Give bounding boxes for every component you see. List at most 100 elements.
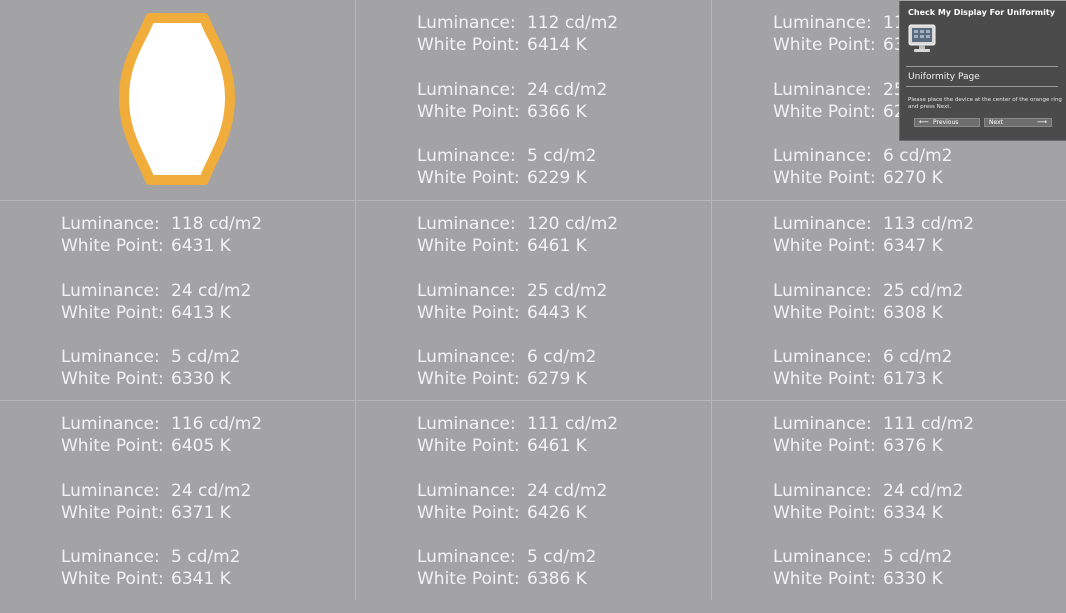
- white-point-value: 6279 K: [527, 369, 587, 389]
- white-point-value: 6443 K: [527, 302, 587, 323]
- luminance-label: Luminance:: [773, 547, 872, 567]
- luminance-label: Luminance:: [773, 347, 872, 367]
- white-point-value: 6341 K: [171, 569, 231, 589]
- luminance-row: Luminance: 112 cd/m2: [417, 12, 618, 34]
- grid-cell: Luminance: 111 cd/m2 White Point: 6461 K Lum…: [356, 401, 712, 600]
- luminance-label: Luminance:: [417, 146, 516, 166]
- white-point-value: 6376 K: [883, 436, 943, 456]
- reading-block: Luminance: 6 cd/m2 White Point: 6270 K: [773, 145, 952, 189]
- next-button-label: Next: [989, 119, 1003, 126]
- monitor-icon: [908, 24, 936, 52]
- white-point-value: 6405 K: [171, 436, 231, 456]
- luminance-label: Luminance:: [417, 280, 516, 301]
- white-point-value: 6413 K: [171, 302, 231, 323]
- white-point-value: 6330 K: [883, 569, 943, 589]
- white-point-row: White Point: 6371 K: [61, 502, 262, 524]
- luminance-label: Luminance:: [773, 79, 872, 100]
- luminance-label: Luminance:: [61, 547, 160, 567]
- white-point-label: White Point:: [417, 236, 520, 256]
- luminance-label: Luminance:: [61, 214, 160, 234]
- arrow-left-icon: ⟵: [919, 118, 930, 126]
- readings-list: Luminance: 112 cd/m2 White Point: 6414 K Lum…: [417, 12, 618, 212]
- white-point-row: White Point: 6413 K: [61, 302, 262, 324]
- luminance-value: 120 cd/m2: [527, 214, 619, 234]
- white-point-value: 6426 K: [527, 502, 587, 523]
- luminance-label: Luminance:: [773, 13, 872, 33]
- luminance-label: Luminance:: [417, 414, 516, 434]
- white-point-row: White Point: 6414 K: [417, 34, 618, 56]
- reading-block: Luminance: 25 cd/m2 White Point: 6443 K: [417, 280, 618, 324]
- white-point-row: White Point: 6341 K: [61, 568, 262, 590]
- luminance-value: 113 cd/m2: [883, 214, 975, 234]
- luminance-value: 24 cd/m2: [883, 480, 964, 501]
- white-point-value: 6371 K: [171, 502, 231, 523]
- reading-block: Luminance: 24 cd/m2 White Point: 6334 K: [773, 480, 974, 524]
- white-point-label: White Point:: [61, 569, 164, 589]
- white-point-row: White Point: 6330 K: [773, 568, 974, 590]
- reading-block: Luminance: 120 cd/m2 White Point: 6461 K: [417, 213, 618, 257]
- reading-block: Luminance: 24 cd/m2 White Point: 6371 K: [61, 480, 262, 524]
- luminance-value: 118 cd/m2: [171, 214, 263, 234]
- panel-divider: [906, 66, 1058, 67]
- reading-block: Luminance: 25 cd/m2 White Point: 6308 K: [773, 280, 974, 324]
- white-point-label: White Point:: [417, 302, 520, 323]
- luminance-label: Luminance:: [773, 146, 872, 166]
- white-point-row: White Point: 6376 K: [773, 435, 974, 457]
- white-point-value: 6386 K: [527, 569, 587, 589]
- white-point-value: 6366 K: [527, 101, 587, 122]
- luminance-value: 24 cd/m2: [527, 480, 608, 501]
- reading-block: Luminance: 112 cd/m2 White Point: 6414 K: [417, 12, 618, 56]
- white-point-row: White Point: 6405 K: [61, 435, 262, 457]
- luminance-row: Luminance: 120 cd/m2: [417, 213, 618, 235]
- reading-block: Luminance: 5 cd/m2 White Point: 6330 K: [773, 546, 974, 590]
- luminance-row: Luminance: 5 cd/m2: [61, 346, 262, 368]
- white-point-label: White Point:: [61, 236, 164, 256]
- white-point-row: White Point: 6330 K: [61, 368, 262, 390]
- luminance-value: 5 cd/m2: [527, 547, 597, 567]
- grid-cell: Luminance: 120 cd/m2 White Point: 6461 K Lum…: [356, 201, 712, 401]
- white-point-row: White Point: 6308 K: [773, 302, 974, 324]
- luminance-value: 5 cd/m2: [171, 547, 241, 567]
- white-point-row: White Point: 6229 K: [417, 167, 618, 189]
- luminance-row: Luminance: 113 cd/m2: [773, 213, 974, 235]
- white-point-label: White Point:: [417, 101, 520, 122]
- white-point-label: White Point:: [773, 101, 876, 122]
- panel-subtitle: Uniformity Page: [908, 72, 980, 82]
- white-point-label: White Point:: [417, 436, 520, 456]
- luminance-value: 6 cd/m2: [883, 347, 953, 367]
- white-point-row: White Point: 6279 K: [417, 368, 618, 390]
- white-point-label: White Point:: [773, 35, 876, 55]
- luminance-row: Luminance: 5 cd/m2: [61, 546, 262, 568]
- reading-block: Luminance: 5 cd/m2 White Point: 6229 K: [417, 145, 618, 189]
- white-point-label: White Point:: [61, 302, 164, 323]
- next-button[interactable]: Next ⟶: [984, 118, 1052, 127]
- white-point-label: White Point:: [773, 569, 876, 589]
- luminance-value: 116 cd/m2: [171, 414, 263, 434]
- luminance-row: Luminance: 111 cd/m2: [773, 413, 974, 435]
- white-point-value: 6330 K: [171, 369, 231, 389]
- white-point-value: 6461 K: [527, 236, 587, 256]
- orange-ring-target-icon: [119, 13, 235, 185]
- reading-block: Luminance: 116 cd/m2 White Point: 6405 K: [61, 413, 262, 457]
- reading-block: Luminance: 6 cd/m2 White Point: 6279 K: [417, 346, 618, 390]
- grid-cell: Luminance: 111 cd/m2 White Point: 6376 K Lum…: [712, 401, 1066, 600]
- luminance-label: Luminance:: [417, 13, 516, 33]
- luminance-label: Luminance:: [417, 214, 516, 234]
- luminance-label: Luminance:: [61, 347, 160, 367]
- luminance-row: Luminance: 24 cd/m2: [417, 480, 618, 502]
- white-point-row: White Point: 6270 K: [773, 167, 952, 189]
- luminance-value: 111 cd/m2: [883, 414, 975, 434]
- previous-button[interactable]: ⟵ Previous: [914, 118, 980, 127]
- luminance-row: Luminance: 5 cd/m2: [417, 145, 618, 167]
- luminance-row: Luminance: 25 cd/m2: [773, 280, 974, 302]
- reading-block: Luminance: 24 cd/m2 White Point: 6413 K: [61, 280, 262, 324]
- white-point-row: White Point: 6386 K: [417, 568, 618, 590]
- white-point-label: White Point:: [773, 302, 876, 323]
- luminance-value: 5 cd/m2: [171, 347, 241, 367]
- arrow-right-icon: ⟶: [1036, 118, 1047, 126]
- white-point-label: White Point:: [773, 502, 876, 523]
- white-point-label: White Point:: [61, 502, 164, 523]
- luminance-label: Luminance:: [417, 79, 516, 100]
- grid-cell: Luminance: 113 cd/m2 White Point: 6347 K Lum…: [712, 201, 1066, 401]
- white-point-value: 6431 K: [171, 236, 231, 256]
